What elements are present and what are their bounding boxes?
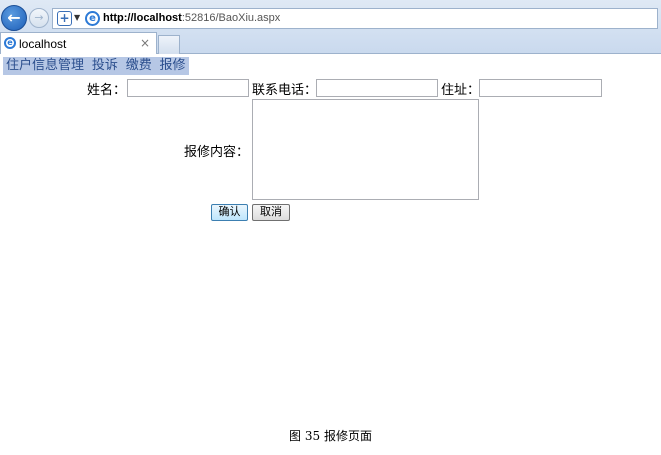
browser-chrome: ← → + ▼ e http://localhost:52816/BaoXiu.… <box>0 0 661 54</box>
close-icon[interactable]: × <box>140 36 150 50</box>
tab-strip: e localhost × <box>0 32 661 54</box>
figure-caption: 图 35 报修页面 <box>289 429 372 443</box>
address-input[interactable] <box>479 79 602 97</box>
phone-label: 联系电话： <box>252 83 318 98</box>
cancel-button[interactable]: 取消 <box>252 204 290 221</box>
new-tab-button[interactable] <box>158 35 180 54</box>
url-text[interactable]: http://localhost:52816/BaoXiu.aspx <box>103 12 280 24</box>
navigation-bar: ← → + ▼ e http://localhost:52816/BaoXiu.… <box>0 0 661 31</box>
plus-icon[interactable]: + <box>57 11 72 26</box>
forward-arrow-icon: → <box>34 11 44 24</box>
back-arrow-icon: ← <box>7 8 21 27</box>
menu-item-repairs[interactable]: 报修 <box>160 57 186 75</box>
dropdown-arrow-icon[interactable]: ▼ <box>74 13 80 22</box>
back-button[interactable]: ← <box>1 5 27 31</box>
menu-item-residents[interactable]: 住户信息管理 <box>6 57 84 75</box>
phone-input[interactable] <box>316 79 438 97</box>
content-label: 报修内容： <box>184 145 250 160</box>
content-textarea[interactable] <box>252 99 479 200</box>
address-label: 住址： <box>441 83 481 98</box>
name-label: 姓名： <box>87 83 127 98</box>
menu-item-payments[interactable]: 缴费 <box>126 57 152 75</box>
name-input[interactable] <box>127 79 249 97</box>
confirm-button[interactable]: 确认 <box>211 204 248 221</box>
site-menu: 住户信息管理 投诉 缴费 报修 <box>3 57 189 75</box>
menu-item-complaints[interactable]: 投诉 <box>92 57 118 75</box>
ie-icon: e <box>85 11 100 26</box>
tab-localhost[interactable]: e localhost × <box>0 32 157 54</box>
ie-icon: e <box>4 37 16 49</box>
address-bar[interactable]: + ▼ e http://localhost:52816/BaoXiu.aspx <box>52 8 658 29</box>
forward-button[interactable]: → <box>29 8 49 28</box>
tab-label: localhost <box>19 37 67 51</box>
